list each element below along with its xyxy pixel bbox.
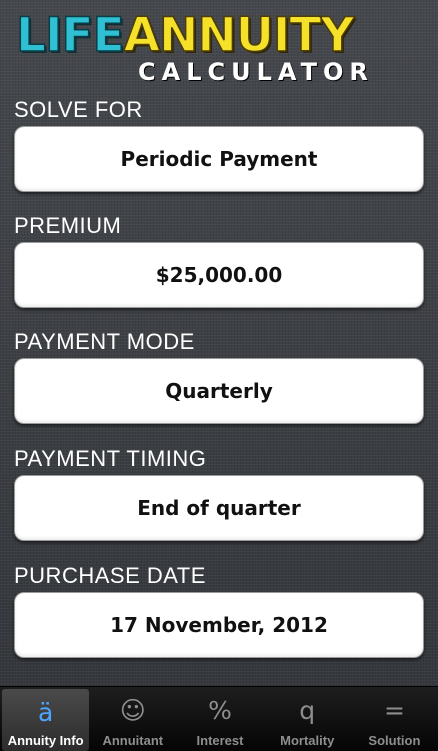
tab-label: Solution [368,733,421,748]
payment-timing-field[interactable]: End of quarter [14,475,424,541]
payment-mode-label: PAYMENT MODE [14,329,195,354]
tab-label: Mortality [280,733,335,748]
tab-interest[interactable]: % Interest [176,687,263,751]
tab-solution[interactable]: = Solution [351,687,438,751]
tab-label: Annuitant [102,733,164,748]
premium-field[interactable]: $25,000.00 [14,242,424,308]
annuity-symbol-icon: ä [37,698,54,727]
purchase-date-field[interactable]: 17 November, 2012 [14,592,424,658]
solve-for-label: SOLVE FOR [14,97,143,122]
logo-life-text: LIFE [15,8,125,63]
tab-bar: ä Annuity Info ☺ Annuitant % Interest q … [0,686,438,751]
app-header: LIFEANNUITY CALCULATOR [0,0,438,92]
app-logo: LIFEANNUITY [15,8,426,63]
percent-icon: % [208,696,232,725]
tab-label: Interest [196,733,244,748]
equals-icon: = [383,696,405,725]
logo-annuity-text: ANNUITY [123,8,355,63]
purchase-date-label: PURCHASE DATE [14,563,206,588]
tab-mortality[interactable]: q Mortality [264,687,351,751]
tab-annuitant[interactable]: ☺ Annuitant [89,687,176,751]
premium-label: PREMIUM [14,213,122,238]
tab-annuity-info[interactable]: ä Annuity Info [2,689,90,751]
smiley-face-icon: ☺ [119,696,146,725]
tab-label: Annuity Info [7,733,84,748]
payment-timing-label: PAYMENT TIMING [14,446,207,471]
solve-for-field[interactable]: Periodic Payment [14,126,424,192]
q-symbol-icon: q [299,696,316,725]
payment-mode-field[interactable]: Quarterly [14,358,424,424]
logo-calculator-text: CALCULATOR [138,58,374,86]
